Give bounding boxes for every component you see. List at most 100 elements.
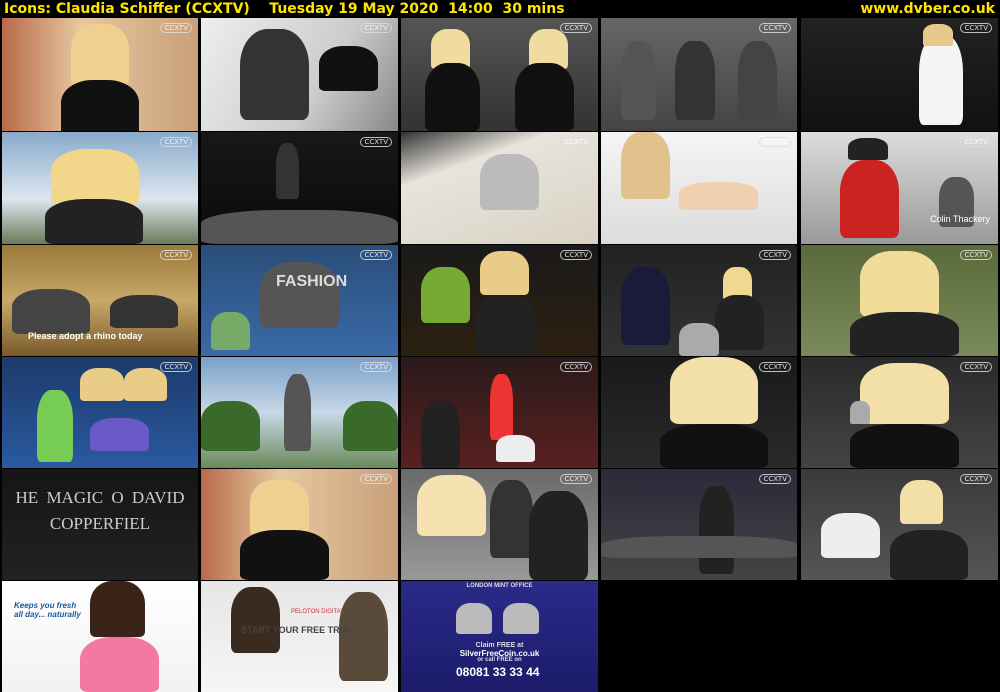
scene-figure: [820, 513, 880, 558]
scene-figure: [90, 581, 146, 637]
scene-figure: [275, 143, 300, 200]
thumb-interview-balcony[interactable]: CCXTV: [2, 132, 198, 244]
scene-figure: [714, 294, 764, 351]
scene-figure: [60, 80, 140, 131]
channel-logo-icon: CCXTV: [960, 250, 992, 260]
thumbnail-caption: Please adopt a rhino today: [28, 331, 143, 341]
thumb-press-conference[interactable]: CCXTV: [601, 245, 797, 356]
scene-figure: [515, 63, 575, 131]
thumb-harrods-signing[interactable]: CCXTV: [401, 245, 598, 356]
scene-figure: [45, 199, 144, 244]
scene-figure: [201, 401, 261, 452]
channel-logo-icon: CCXTV: [960, 23, 992, 33]
channel-logo-icon: CCXTV: [960, 137, 992, 147]
channel-logo-icon: CCXTV: [160, 23, 192, 33]
channel-logo-icon: CCXTV: [360, 137, 392, 147]
scene-figure: [620, 267, 670, 345]
thumbnail-caption: START YOUR FREE TRIAL: [241, 625, 355, 635]
scene-figure: [503, 603, 539, 635]
channel-logo-icon: CCXTV: [759, 23, 791, 33]
scene-figure: [738, 40, 778, 120]
scene-figure: [90, 418, 149, 452]
thumb-closeup-premiere[interactable]: CCXTV: [601, 357, 797, 468]
thumb-crowd-scarf[interactable]: CCXTV: [801, 469, 998, 580]
scene-figure: [319, 46, 379, 92]
scene-figure: [80, 368, 124, 402]
channel-logo-icon: CCXTV: [560, 474, 592, 484]
site-link[interactable]: www.dvber.co.uk: [860, 0, 995, 18]
thumb-interview-sofa-2[interactable]: CCXTV: [201, 469, 398, 580]
channel-logo-icon: CCXTV: [160, 250, 192, 260]
thumb-fashion-building[interactable]: CCXTV FASHION: [201, 245, 398, 356]
scene-figure: [479, 250, 530, 295]
scene-figure: [70, 23, 130, 86]
thumb-magic-sign[interactable]: HE MAGIC O DAVID COPPERFIEL: [2, 469, 198, 580]
channel-logo-icon: CCXTV: [360, 474, 392, 484]
coin-ad-text: or call FREE on: [477, 657, 522, 663]
thumbnail-caption: 08081 33 33 44: [456, 665, 540, 679]
thumbnail-caption: FASHION: [276, 273, 348, 290]
scene-figure: [489, 480, 533, 558]
channel-logo-icon: CCXTV: [759, 137, 791, 147]
scene-figure: [342, 401, 398, 452]
scene-figure: [123, 368, 167, 402]
scene-figure: [669, 357, 758, 424]
thumb-runway-black[interactable]: CCXTV: [401, 18, 598, 131]
thumb-premiere-red[interactable]: CCXTV: [401, 357, 598, 468]
scene-figure: [529, 491, 589, 580]
scene-figure: [456, 603, 492, 635]
thumb-premiere-crowd[interactable]: CCXTV: [401, 469, 598, 580]
scene-figure: [620, 40, 656, 120]
page-title: Icons: Claudia Schiffer (CCXTV) Tuesday …: [4, 1, 565, 17]
peloton-brand: PELOTON DIGITAL: [291, 609, 345, 615]
thumb-closeup-mic[interactable]: CCXTV: [801, 357, 998, 468]
scene-figure: [679, 322, 719, 356]
thumb-victory-column[interactable]: CCXTV: [201, 357, 398, 468]
thumb-hand-ad[interactable]: CCXTV: [601, 132, 797, 244]
thumb-interview-sofa[interactable]: CCXTV: [2, 18, 198, 131]
scene-figure: [860, 362, 949, 424]
thumb-peloton-ad[interactable]: START YOUR FREE TRIAL PELOTON DIGITAL: [201, 581, 398, 692]
thumb-runway-suits[interactable]: CCXTV: [601, 18, 797, 131]
channel-logo-icon: CCXTV: [759, 362, 791, 372]
scene-figure: [889, 530, 969, 580]
scene-figure: [860, 250, 939, 318]
scene-figure: [109, 294, 179, 329]
thumb-rhino-ad[interactable]: CCXTV Please adopt a rhino today: [2, 245, 198, 356]
channel-logo-icon: CCXTV: [360, 250, 392, 260]
thumb-sketch-drawing[interactable]: CCXTV: [401, 132, 598, 244]
channel-logo-icon: CCXTV: [360, 362, 392, 372]
channel-logo-icon: CCXTV: [560, 137, 592, 147]
scene-figure: [620, 132, 670, 200]
scene-figure: [919, 34, 963, 126]
channel-logo-icon: CCXTV: [160, 137, 192, 147]
thumb-autograph-photo[interactable]: CCXTV: [201, 18, 398, 131]
channel-logo-icon: CCXTV: [960, 474, 992, 484]
scene-figure: [37, 390, 73, 463]
thumb-chelsea-pensioner[interactable]: CCXTV Colin Thackery: [801, 132, 998, 244]
scene-figure: [230, 586, 280, 654]
channel-logo-icon: CCXTV: [960, 362, 992, 372]
thumbnail-image: [801, 18, 998, 131]
scene-figure: [210, 311, 251, 351]
thumbnail-caption: HE MAGIC O DAVID COPPERFIEL: [15, 488, 185, 533]
scene-figure: [850, 423, 959, 468]
thumb-premiere-street[interactable]: CCXTV: [601, 469, 797, 580]
thumb-runway-letters-dress[interactable]: CCXTV: [801, 18, 998, 131]
scene-figure: [338, 592, 389, 681]
thumb-interview-table[interactable]: CCXTV: [801, 245, 998, 356]
scene-figure: [850, 401, 870, 424]
scene-figure: [675, 40, 715, 120]
thumb-coin-ad[interactable]: 08081 33 33 44 LONDON MINT OFFICE Claim FR…: [401, 581, 598, 692]
thumb-dolls-launch[interactable]: CCXTV: [2, 357, 198, 468]
scene-figure: [848, 137, 888, 160]
channel-logo-icon: CCXTV: [759, 474, 791, 484]
scene-figure: [11, 289, 91, 334]
scene-figure: [601, 535, 797, 558]
scene-figure: [840, 160, 900, 239]
channel-logo-icon: CCXTV: [560, 250, 592, 260]
thumb-deodorant-ad[interactable]: Keeps you fresh all day... naturally: [2, 581, 198, 692]
thumb-runway-dark[interactable]: CCXTV: [201, 132, 398, 244]
scene-figure: [489, 373, 514, 441]
scene-figure: [850, 311, 959, 356]
